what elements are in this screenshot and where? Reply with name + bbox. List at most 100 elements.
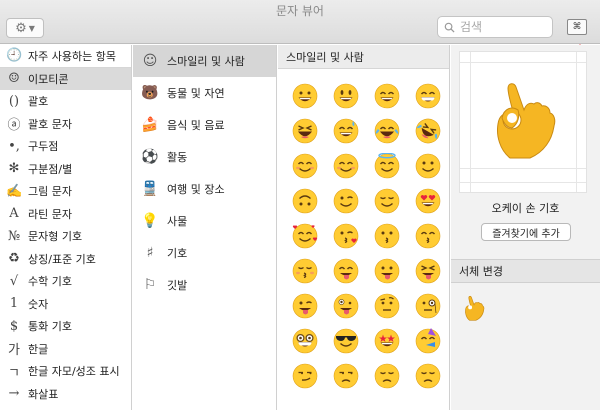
latin-a-icon: A bbox=[9, 206, 19, 222]
numero-icon: № bbox=[7, 228, 21, 244]
detail-panel: 오케이 손 기호 즐겨찾기에 추가 서체 변경 bbox=[451, 45, 600, 410]
kissing-face-emoji[interactable] bbox=[366, 218, 407, 253]
winking-face-emoji[interactable] bbox=[325, 183, 366, 218]
search-field[interactable] bbox=[437, 16, 553, 38]
yum-face-emoji[interactable] bbox=[325, 253, 366, 288]
ok-hand-variant-icon[interactable] bbox=[463, 295, 485, 321]
smirking-face-emoji[interactable] bbox=[284, 358, 325, 393]
nerd-face-emoji[interactable] bbox=[284, 323, 325, 358]
add-to-favorites-button[interactable]: 즐겨찾기에 추가 bbox=[481, 223, 571, 241]
sidebar-item-label: 그림 문자 bbox=[28, 185, 72, 199]
character-preview bbox=[459, 51, 587, 193]
square-root-icon: √ bbox=[9, 273, 19, 289]
zany-face-emoji[interactable] bbox=[325, 288, 366, 323]
grinning-face-smiling-eyes-emoji[interactable] bbox=[366, 78, 407, 113]
sidebar-item[interactable]: → 화살표 bbox=[0, 383, 131, 406]
unamused-face-emoji[interactable] bbox=[325, 358, 366, 393]
sidebar-item[interactable]: ♻ 상징/표준 기호 bbox=[0, 248, 131, 271]
bear-icon: 🐻 bbox=[141, 85, 159, 101]
category-item-label: 스마일리 및 사람 bbox=[167, 55, 245, 68]
wink-tongue-emoji[interactable] bbox=[284, 288, 325, 323]
sidebar-item-label: 한글 자모/성조 표시 bbox=[28, 365, 120, 379]
search-icon bbox=[444, 22, 455, 33]
clock-icon: 🕘 bbox=[6, 48, 23, 64]
sidebar-item-label: 괄호 문자 bbox=[28, 117, 72, 131]
pensive-face-emoji[interactable] bbox=[407, 358, 448, 393]
category-list: ☺ 스마일리 및 사람 🐻 동물 및 자연 🍰 음식 및 음료 ⚽ 활동 🚆 여행 및 장소 💡 사물… bbox=[133, 45, 277, 410]
category-item-label: 여행 및 장소 bbox=[167, 183, 225, 196]
sidebar-item-label: 숫자 bbox=[28, 297, 49, 311]
sidebar-item[interactable]: ✍ 그림 문자 bbox=[0, 180, 131, 203]
sidebar-item[interactable]: 1 숫자 bbox=[0, 293, 131, 316]
tongue-face-emoji[interactable] bbox=[366, 253, 407, 288]
sidebar-item[interactable]: () 괄호 bbox=[0, 90, 131, 113]
beaming-face-emoji[interactable] bbox=[407, 78, 448, 113]
command-key-icon: ⌘ bbox=[572, 22, 582, 32]
character-name: 오케이 손 기호 bbox=[491, 202, 560, 215]
sidebar-item[interactable]: ☺ 이모티콘 bbox=[0, 67, 131, 90]
category-item-label: 활동 bbox=[167, 151, 188, 164]
hangul-icon: 가 bbox=[8, 343, 20, 359]
heart-eyes-emoji[interactable] bbox=[407, 183, 448, 218]
squinting-face-emoji[interactable] bbox=[284, 113, 325, 148]
category-item[interactable]: 🚆 여행 및 장소 bbox=[133, 173, 276, 205]
sunglasses-face-emoji[interactable] bbox=[325, 323, 366, 358]
action-menu-button[interactable]: ⚙ ▼ bbox=[6, 18, 44, 38]
grinning-face-big-eyes-emoji[interactable] bbox=[325, 78, 366, 113]
font-variation-header[interactable]: 서체 변경 bbox=[451, 259, 600, 283]
squint-tongue-emoji[interactable] bbox=[407, 253, 448, 288]
sidebar-item[interactable]: ⓐ 괄호 문자 bbox=[0, 113, 131, 136]
face-raised-eyebrow-emoji[interactable] bbox=[366, 288, 407, 323]
title-bar: 문자 뷰어 ⚙▼ ⌘ bbox=[0, 0, 600, 44]
smiling-face-smiling-eyes-emoji[interactable] bbox=[325, 148, 366, 183]
category-item[interactable]: 🐻 동물 및 자연 bbox=[133, 77, 276, 109]
sidebar-item[interactable]: √ 수학 기호 bbox=[0, 270, 131, 293]
sidebar-item[interactable]: $ 통화 기호 bbox=[0, 315, 131, 338]
sidebar-item-label: 괄호 bbox=[28, 95, 49, 109]
star-struck-emoji[interactable] bbox=[366, 323, 407, 358]
punctuation-icon: •, bbox=[8, 138, 20, 154]
sidebar-item-label: 화살표 bbox=[28, 387, 59, 401]
smiling-face-halo-emoji[interactable] bbox=[366, 148, 407, 183]
disappointed-face-emoji[interactable] bbox=[366, 358, 407, 393]
category-item[interactable]: ☺ 스마일리 및 사람 bbox=[133, 45, 276, 77]
symbols-icon: ♯ bbox=[146, 245, 154, 261]
keyboard-viewer-button[interactable]: ⌘ bbox=[567, 19, 587, 35]
kissing-smiling-eyes-emoji[interactable] bbox=[407, 218, 448, 253]
grinning-face-sweat-emoji[interactable] bbox=[325, 113, 366, 148]
monocle-face-emoji[interactable] bbox=[407, 288, 448, 323]
category-item[interactable]: ⚐ 깃발 bbox=[133, 269, 276, 301]
sidebar-item[interactable]: 🕘 자주 사용하는 항목 bbox=[0, 45, 131, 68]
sidebar-item[interactable]: A 라틴 문자 bbox=[0, 203, 131, 226]
sidebar-item-label: 상징/표준 기호 bbox=[28, 252, 96, 266]
rolling-laughing-emoji[interactable] bbox=[407, 113, 448, 148]
sidebar-item[interactable]: ✻ 구분점/별 bbox=[0, 158, 131, 181]
sidebar-item-label: 이모티콘 bbox=[28, 72, 69, 86]
smiling-hearts-emoji[interactable] bbox=[284, 218, 325, 253]
category-item-label: 사물 bbox=[167, 215, 188, 228]
sidebar-item-label: 수학 기호 bbox=[28, 275, 72, 289]
upside-down-face-emoji[interactable] bbox=[284, 183, 325, 218]
jamo-icon: ㄱ bbox=[8, 365, 20, 381]
slightly-smiling-face-emoji[interactable] bbox=[407, 148, 448, 183]
category-item[interactable]: ♯ 기호 bbox=[133, 237, 276, 269]
smiling-face-emoji[interactable] bbox=[284, 148, 325, 183]
partying-face-emoji[interactable] bbox=[407, 323, 448, 358]
face-blowing-kiss-emoji[interactable] bbox=[325, 218, 366, 253]
category-item[interactable]: 💡 사물 bbox=[133, 205, 276, 237]
sidebar-item[interactable]: 가 한글 bbox=[0, 338, 131, 361]
sidebar-item[interactable]: ㄱ 한글 자모/성조 표시 bbox=[0, 360, 131, 383]
train-icon: 🚆 bbox=[141, 181, 159, 197]
arrow-icon: → bbox=[8, 386, 20, 402]
sidebar-item[interactable]: № 문자형 기호 bbox=[0, 225, 131, 248]
category-item[interactable]: ⚽ 활동 bbox=[133, 141, 276, 173]
emoji-grid-panel: 스마일리 및 사람 bbox=[278, 45, 450, 410]
grinning-face-emoji[interactable] bbox=[284, 78, 325, 113]
sidebar-item[interactable]: •, 구두점 bbox=[0, 135, 131, 158]
lightbulb-icon: 💡 bbox=[141, 213, 159, 229]
kissing-closed-eyes-emoji[interactable] bbox=[284, 253, 325, 288]
face-tears-of-joy-emoji[interactable] bbox=[366, 113, 407, 148]
category-item[interactable]: 🍰 음식 및 음료 bbox=[133, 109, 276, 141]
search-input[interactable] bbox=[460, 20, 540, 34]
relieved-face-emoji[interactable] bbox=[366, 183, 407, 218]
